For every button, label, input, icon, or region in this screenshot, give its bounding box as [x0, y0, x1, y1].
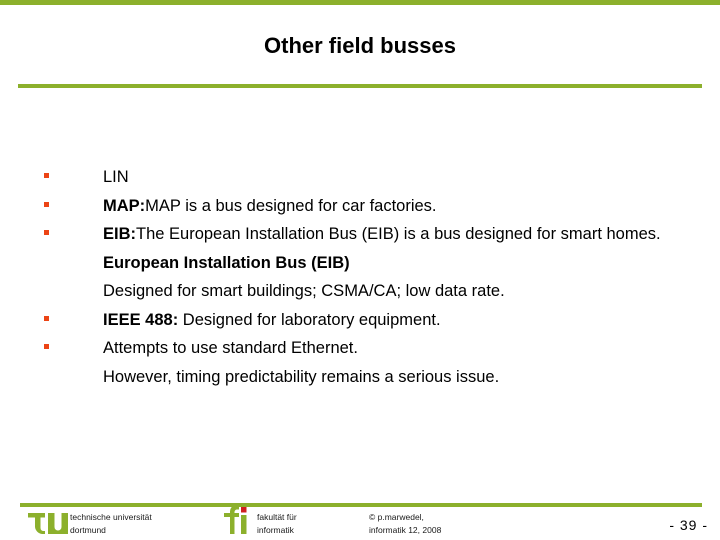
- bullet-square-icon: [44, 315, 49, 321]
- list-item: IEEE 488: Designed for laboratory equipm…: [0, 306, 720, 335]
- list-item-body: The European Installation Bus (EIB) is a…: [136, 225, 666, 243]
- slide-footer: technische universität dortmund fakultät…: [0, 505, 720, 540]
- list-item-lead: EIB:: [103, 225, 136, 243]
- bullet-square-icon: [44, 344, 49, 349]
- footer-copyright-line1: © p.marwedel,: [369, 512, 424, 522]
- bullet-square-icon: [44, 173, 49, 178]
- footer-copyright: © p.marwedel, informatik 12, 2008: [369, 511, 549, 536]
- list-item-lead: IEEE 488:: [103, 310, 179, 329]
- title-divider: [18, 84, 702, 88]
- footer-university-line2: dortmund: [70, 524, 106, 535]
- list-item-text: MAP:MAP is a bus designed for car factor…: [103, 197, 437, 215]
- footer-faculty-line2: informatik: [257, 524, 294, 535]
- bullet-square-icon: [44, 230, 49, 235]
- list-item: Attempts to use standard Ethernet. Howev…: [0, 334, 720, 391]
- tu-dortmund-logo-icon: [28, 513, 68, 534]
- list-item-body-secondary: Designed for smart buildings; CSMA/CA; l…: [103, 282, 505, 300]
- bullet-list: LIN MAP:MAP is a bus designed for car fa…: [0, 163, 720, 391]
- list-item-lead: MAP:: [103, 196, 146, 215]
- list-item-text: LIN: [103, 168, 129, 186]
- list-item: EIB:The European Installation Bus (EIB) …: [0, 220, 720, 306]
- list-item-text: Attempts to use standard Ethernet. Howev…: [103, 339, 499, 386]
- top-accent-bar: [0, 0, 720, 5]
- footer-university: technische universität dortmund: [70, 511, 200, 536]
- list-item-text: EIB:The European Installation Bus (EIB) …: [103, 225, 665, 300]
- page-number: - 39 -: [669, 517, 708, 533]
- list-item-body: MAP is a bus designed for car factories.: [145, 196, 437, 215]
- bullet-square-icon: [44, 201, 49, 207]
- page-title: Other field busses: [264, 33, 456, 58]
- footer-copyright-line2: informatik 12, 2008: [369, 524, 442, 535]
- list-item-text: IEEE 488: Designed for laboratory equipm…: [103, 311, 441, 329]
- list-item-lead-secondary: European Installation Bus (EIB): [103, 253, 350, 272]
- footer-faculty-line1: fakultät für: [257, 512, 297, 522]
- footer-university-line1: technische universität: [70, 512, 152, 522]
- fakultaet-informatik-logo-icon: [224, 505, 247, 534]
- list-item: LIN: [0, 163, 720, 192]
- list-item: MAP:MAP is a bus designed for car factor…: [0, 192, 720, 221]
- list-item-body: LIN: [103, 168, 129, 186]
- list-item-body: Attempts to use standard Ethernet. Howev…: [103, 339, 500, 386]
- slide-canvas: Other field busses LIN MAP:MAP is a bus …: [0, 0, 720, 540]
- footer-faculty: fakultät für informatik: [257, 511, 357, 536]
- list-item-body: Designed for laboratory equipment.: [178, 310, 441, 329]
